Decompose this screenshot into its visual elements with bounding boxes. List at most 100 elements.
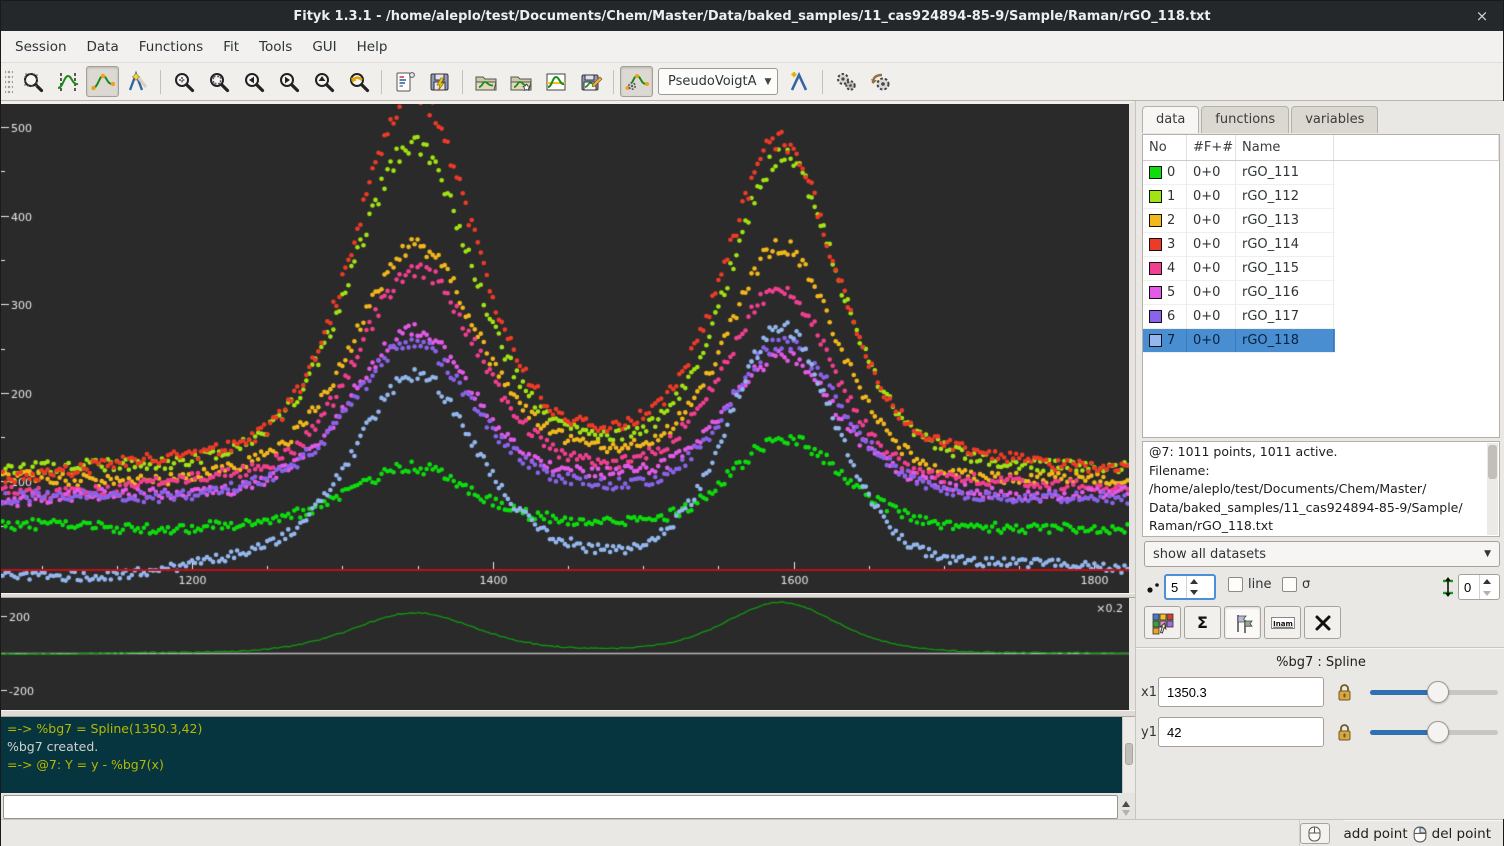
menu-functions[interactable]: Functions xyxy=(129,34,213,60)
zoom-all-button[interactable] xyxy=(167,66,200,97)
dataset-row-rGO_114[interactable]: 3 0+0 rGO_114 xyxy=(1143,233,1335,257)
slider-knob[interactable] xyxy=(1427,681,1449,703)
dataset-row-rGO_116[interactable]: 5 0+0 rGO_116 xyxy=(1143,281,1335,305)
function-type-dropdown[interactable]: PseudoVoigtA▼ xyxy=(658,68,778,95)
dataset-color-swatch[interactable] xyxy=(1149,310,1162,323)
chevron-down-icon: ▼ xyxy=(765,77,772,87)
param-y1-slider[interactable] xyxy=(1370,730,1498,735)
param-y1-input[interactable] xyxy=(1158,717,1324,747)
zoom-selection-button[interactable] xyxy=(202,66,235,97)
baseline-mode-button[interactable] xyxy=(86,66,119,97)
save-session-button[interactable] xyxy=(423,66,456,97)
mouse-mode-button[interactable] xyxy=(1300,823,1330,844)
zoom-previous-button[interactable] xyxy=(342,66,375,97)
dataset-name: rGO_111 xyxy=(1236,161,1334,184)
dataset-row-rGO_118[interactable]: 7 0+0 rGO_118 xyxy=(1143,329,1335,353)
tab-data[interactable]: data xyxy=(1142,106,1199,133)
dataset-color-swatch[interactable] xyxy=(1149,262,1162,275)
info-scrollbar[interactable] xyxy=(1487,443,1498,535)
main-plot-canvas[interactable] xyxy=(1,104,1129,593)
dataset-name: rGO_116 xyxy=(1236,281,1334,304)
menu-session[interactable]: Session xyxy=(5,34,77,60)
aux-plot-canvas[interactable] xyxy=(1,598,1129,710)
slider-knob[interactable] xyxy=(1427,721,1449,743)
param-x1-slider[interactable] xyxy=(1370,690,1498,695)
auto-add-peak-button[interactable] xyxy=(783,66,816,97)
toolbar-grip[interactable] xyxy=(5,69,13,95)
delete-button[interactable] xyxy=(1304,606,1341,639)
menu-fit[interactable]: Fit xyxy=(213,34,249,60)
dataset-grid-button[interactable] xyxy=(1144,606,1181,639)
dataset-color-swatch[interactable] xyxy=(1149,286,1162,299)
tab-variables[interactable]: variables xyxy=(1291,106,1378,133)
svg-text:Inam: Inam xyxy=(1273,618,1293,627)
close-icon[interactable]: × xyxy=(1471,5,1493,27)
lock-icon[interactable] xyxy=(1336,683,1353,706)
fit-run-button[interactable] xyxy=(829,66,862,97)
dataset-row-rGO_115[interactable]: 4 0+0 rGO_115 xyxy=(1143,257,1335,281)
column-header-no[interactable]: No xyxy=(1143,135,1187,160)
dataset-color-swatch[interactable] xyxy=(1149,334,1162,347)
menu-data[interactable]: Data xyxy=(77,34,129,60)
column-header-fcount[interactable]: #F+# xyxy=(1187,135,1236,160)
menu-gui[interactable]: GUI xyxy=(302,34,346,60)
main-plot-wrap xyxy=(1,101,1135,593)
dataset-fcount: 0+0 xyxy=(1187,305,1236,328)
spin-up-icon[interactable] xyxy=(1187,576,1201,587)
main-area: =-> %bg7 = Spline(1350.3,42) %bg7 create… xyxy=(1,101,1503,819)
zoom-mode-button[interactable] xyxy=(16,66,49,97)
data-range-mode-button[interactable] xyxy=(51,66,84,97)
history-up-icon[interactable] xyxy=(1122,801,1130,807)
line-checkbox[interactable] xyxy=(1228,577,1243,592)
point-size-input[interactable] xyxy=(1166,576,1186,598)
sum-button[interactable]: Σ xyxy=(1184,606,1221,639)
column-header-name[interactable]: Name xyxy=(1236,135,1334,160)
menu-help[interactable]: Help xyxy=(347,34,398,60)
sidebar-action-buttons: Σ Inam xyxy=(1144,606,1341,639)
spin-down-icon[interactable] xyxy=(1480,587,1494,599)
dataset-color-swatch[interactable] xyxy=(1149,214,1162,227)
session-log-button[interactable] xyxy=(388,66,421,97)
plot-column: =-> %bg7 = Spline(1350.3,42) %bg7 create… xyxy=(1,101,1135,819)
console-splitter[interactable] xyxy=(1,710,1135,717)
toolbar-separator xyxy=(613,70,614,94)
dataset-color-swatch[interactable] xyxy=(1149,190,1162,203)
name-label-button[interactable]: Inam xyxy=(1264,606,1301,639)
show-datasets-dropdown[interactable]: show all datasets ▼ xyxy=(1144,541,1500,567)
load-data-button[interactable] xyxy=(469,66,502,97)
dataset-color-swatch[interactable] xyxy=(1149,166,1162,179)
spin-down-icon[interactable] xyxy=(1187,587,1201,598)
sigma-checkbox[interactable] xyxy=(1282,577,1297,592)
zoom-right-button[interactable] xyxy=(272,66,305,97)
zoom-vertical-button[interactable] xyxy=(307,66,340,97)
param-x1-input[interactable] xyxy=(1158,677,1324,707)
dataset-name: rGO_112 xyxy=(1236,185,1334,208)
background-settings-button[interactable] xyxy=(620,66,653,97)
point-size-spinner[interactable] xyxy=(1164,574,1216,600)
functions-flags-button[interactable] xyxy=(1224,606,1261,639)
dataset-row-rGO_113[interactable]: 2 0+0 rGO_113 xyxy=(1143,209,1335,233)
command-history-arrows[interactable] xyxy=(1118,795,1133,821)
export-data-button[interactable] xyxy=(574,66,607,97)
history-down-icon[interactable] xyxy=(1122,810,1130,816)
dataset-table: No #F+# Name 0 0+0 rGO_1111 0+0 rGO_1122… xyxy=(1142,134,1500,438)
console-scrollbar[interactable] xyxy=(1122,717,1135,793)
dataset-color-swatch[interactable] xyxy=(1149,238,1162,251)
dataset-row-rGO_112[interactable]: 1 0+0 rGO_112 xyxy=(1143,185,1335,209)
spin-up-icon[interactable] xyxy=(1480,575,1494,587)
tab-functions[interactable]: functions xyxy=(1201,106,1289,133)
add-peak-mode-button[interactable] xyxy=(121,66,154,97)
menu-tools[interactable]: Tools xyxy=(249,34,302,60)
data-editor-button[interactable] xyxy=(539,66,572,97)
load-data-append-button[interactable] xyxy=(504,66,537,97)
fit-continue-button[interactable] xyxy=(864,66,897,97)
info-scrollbar-thumb[interactable] xyxy=(1488,445,1497,479)
vertical-shift-input[interactable] xyxy=(1459,575,1479,599)
zoom-left-button[interactable] xyxy=(237,66,270,97)
dataset-row-rGO_111[interactable]: 0 0+0 rGO_111 xyxy=(1143,161,1335,185)
lock-icon[interactable] xyxy=(1336,723,1353,746)
command-input[interactable] xyxy=(3,795,1118,819)
dataset-row-rGO_117[interactable]: 6 0+0 rGO_117 xyxy=(1143,305,1335,329)
vertical-shift-spinner[interactable] xyxy=(1458,574,1500,600)
console-scrollbar-thumb[interactable] xyxy=(1125,743,1133,765)
